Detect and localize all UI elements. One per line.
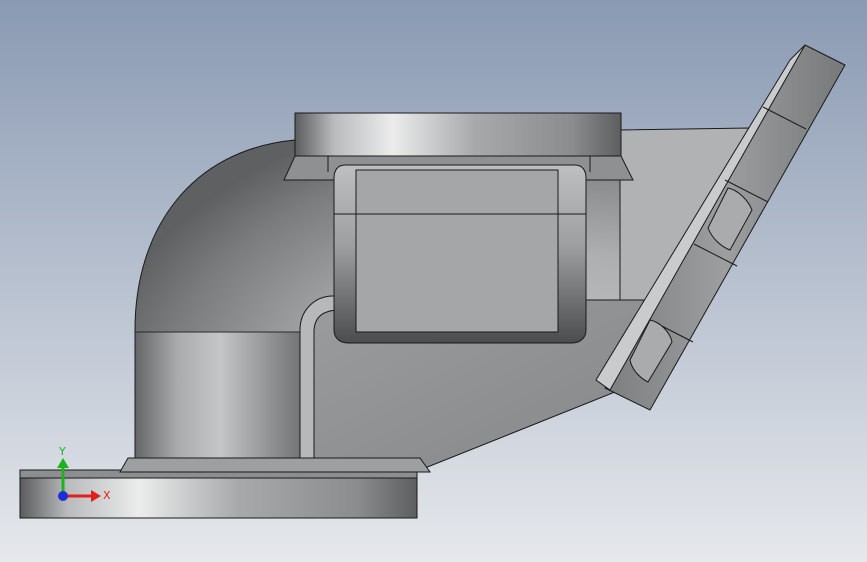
base-flange-rim: [19, 477, 418, 519]
base-flange-neck: [119, 457, 431, 473]
model-scene[interactable]: Y X: [0, 0, 867, 562]
inner-recess-bore: [355, 169, 559, 333]
top-flange-rim: [294, 112, 622, 157]
x-axis-label: X: [103, 489, 111, 502]
cad-viewport[interactable]: Y X: [0, 0, 867, 562]
z-axis-dot: [58, 491, 68, 501]
vertical-pipe-surface: [134, 331, 306, 461]
y-axis-label: Y: [58, 445, 66, 458]
